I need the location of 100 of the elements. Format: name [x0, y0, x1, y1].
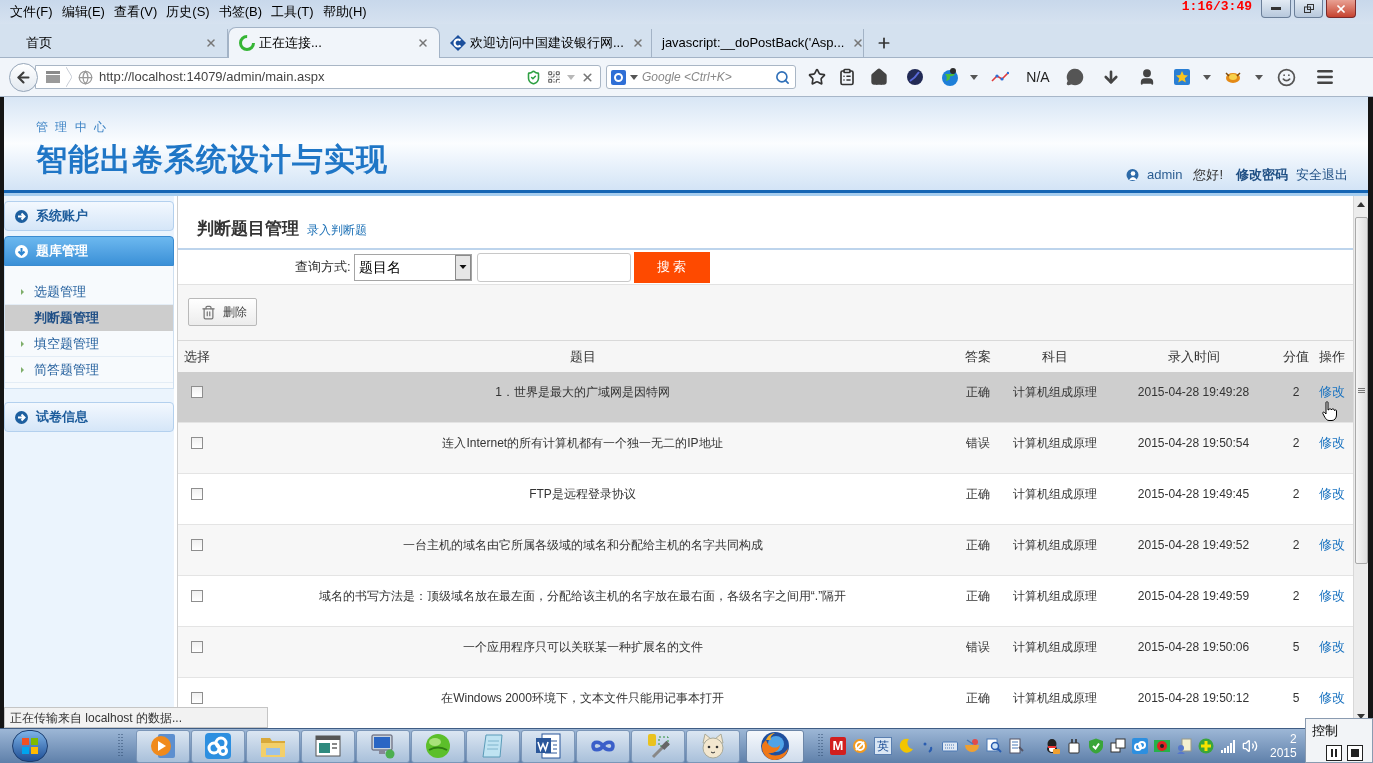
close-tab-icon[interactable]: [631, 37, 644, 49]
taskbar-app-button[interactable]: [356, 729, 410, 763]
site-title: 智能出卷系统设计与实现: [36, 142, 388, 178]
dropdown-caret-icon[interactable]: [1255, 74, 1263, 80]
stop-icon[interactable]: [1347, 745, 1363, 761]
menu-item[interactable]: 工具(T): [267, 2, 318, 22]
taskbar-grip-icon[interactable]: [818, 733, 824, 759]
close-tab-icon[interactable]: [852, 37, 865, 49]
query-input[interactable]: [476, 252, 631, 282]
edit-link[interactable]: 修改: [1310, 588, 1353, 604]
dark-sphere-icon[interactable]: [907, 69, 923, 85]
browser-tab[interactable]: 欢迎访问中国建设银行网...: [440, 29, 652, 57]
line-graph-icon[interactable]: [991, 71, 1009, 83]
magnifier-icon[interactable]: [986, 738, 1002, 754]
qr-code-icon[interactable]: [547, 70, 561, 84]
dropdown-caret-icon[interactable]: [970, 74, 978, 80]
globe-icon[interactable]: [941, 68, 959, 86]
sidebar-item[interactable]: 判断题管理: [5, 305, 173, 331]
menu-item[interactable]: 历史(S): [162, 2, 214, 22]
dropdown-caret-icon[interactable]: [630, 74, 638, 80]
edit-link[interactable]: 修改: [1310, 690, 1353, 706]
target-icon[interactable]: [1154, 738, 1170, 754]
add-question-link[interactable]: 录入判断题: [307, 222, 367, 239]
back-button[interactable]: [9, 62, 38, 92]
sidebar-item[interactable]: 填空题管理: [5, 331, 173, 357]
keyboard-icon[interactable]: [942, 738, 958, 754]
reader-view-icon[interactable]: [46, 71, 60, 83]
browser-tab[interactable]: 正在连接...: [228, 27, 440, 58]
menu-item[interactable]: 查看(V): [109, 2, 162, 22]
query-type-select[interactable]: 题目名: [353, 253, 472, 281]
url-input[interactable]: http://localhost:14079/admin/main.aspx: [99, 67, 520, 87]
row-checkbox[interactable]: [191, 437, 203, 449]
taskbar-app-button[interactable]: [521, 729, 575, 763]
time-cell-text: 2015-04-28 19:50:54: [1136, 435, 1251, 451]
row-checkbox[interactable]: [191, 590, 203, 602]
edit-link[interactable]: 修改: [1310, 639, 1353, 655]
input-mode-indicator[interactable]: 英: [874, 737, 892, 755]
edit-link[interactable]: 修改: [1310, 435, 1353, 451]
home-icon[interactable]: [870, 68, 888, 86]
document-icon[interactable]: [1008, 738, 1024, 754]
taskbar-app-button[interactable]: [631, 729, 685, 763]
taskbar-app-button[interactable]: [576, 729, 630, 763]
speaker-icon[interactable]: [1242, 738, 1258, 754]
search-input[interactable]: Google <Ctrl+K>: [642, 68, 771, 86]
prohibition-icon[interactable]: [852, 738, 868, 754]
cloud-icon[interactable]: [1132, 738, 1148, 754]
sidebar-item[interactable]: 简答题管理: [5, 357, 173, 383]
tray-logo[interactable]: M: [830, 737, 846, 755]
bookmark-star-icon[interactable]: [808, 68, 826, 86]
start-button[interactable]: [12, 730, 48, 762]
taskbar-app-button[interactable]: [191, 729, 245, 763]
list-icon[interactable]: [838, 68, 856, 86]
menu-item[interactable]: 编辑(E): [57, 2, 109, 22]
close-tab-icon[interactable]: [205, 37, 217, 49]
chat-bubble-icon[interactable]: [1066, 68, 1084, 86]
dropdown-caret-icon[interactable]: [1203, 74, 1211, 80]
minimize-button[interactable]: [1261, 0, 1291, 18]
menu-item[interactable]: 帮助(H): [318, 2, 371, 22]
menu-item[interactable]: 文件(F): [6, 2, 57, 22]
search-icon[interactable]: [775, 69, 790, 85]
close-button[interactable]: [1326, 0, 1356, 18]
pause-icon[interactable]: [1326, 745, 1342, 761]
sidebar-section-header[interactable]: 试卷信息: [4, 402, 174, 432]
bug-icon[interactable]: [1224, 70, 1242, 84]
signal-icon[interactable]: [1220, 738, 1236, 754]
taskbar-app-button[interactable]: [301, 729, 355, 763]
edit-link[interactable]: 修改: [1310, 537, 1353, 553]
browser-tab[interactable]: javascript:__doPostBack('Asp...: [652, 29, 864, 57]
logout-link[interactable]: 安全退出: [1296, 167, 1348, 183]
shield-icon[interactable]: [1088, 738, 1104, 754]
address-field[interactable]: http://localhost:14079/admin/main.aspx: [35, 65, 601, 89]
row-checkbox[interactable]: [191, 386, 203, 398]
penguin-icon[interactable]: [1044, 738, 1060, 754]
row-checkbox[interactable]: [191, 641, 203, 653]
row-checkbox[interactable]: [191, 539, 203, 551]
smiley-icon[interactable]: [1276, 67, 1296, 87]
taskbar-app-button[interactable]: [746, 729, 804, 763]
download-icon[interactable]: [1102, 68, 1120, 86]
search-engine-icon[interactable]: [611, 69, 626, 85]
scroll-up-icon[interactable]: [1357, 202, 1365, 207]
network-user-icon[interactable]: [1176, 738, 1192, 754]
plug-icon[interactable]: [1066, 738, 1082, 754]
maximize-button[interactable]: [1294, 0, 1323, 18]
menu-item[interactable]: 书签(B): [214, 2, 266, 22]
edit-link[interactable]: 修改: [1310, 486, 1353, 502]
windows-icon[interactable]: [1110, 738, 1126, 754]
change-password-link[interactable]: 修改密码: [1236, 167, 1288, 183]
taskbar-grip-icon[interactable]: [118, 733, 124, 759]
row-checkbox[interactable]: [191, 692, 203, 704]
delete-button[interactable]: 删除: [188, 298, 257, 326]
star-tile-icon[interactable]: [1174, 69, 1190, 85]
menu-icon[interactable]: [1315, 67, 1335, 87]
person-icon[interactable]: [1138, 68, 1156, 86]
plus-icon[interactable]: [1198, 738, 1214, 754]
shield-check-icon[interactable]: [526, 69, 541, 85]
close-tab-icon[interactable]: [417, 37, 429, 49]
search-field[interactable]: Google <Ctrl+K>: [606, 65, 796, 89]
row-checkbox[interactable]: [191, 488, 203, 500]
scrollbar-thumb[interactable]: [1354, 217, 1368, 564]
sidebar-section-header[interactable]: 系统账户: [4, 201, 174, 231]
